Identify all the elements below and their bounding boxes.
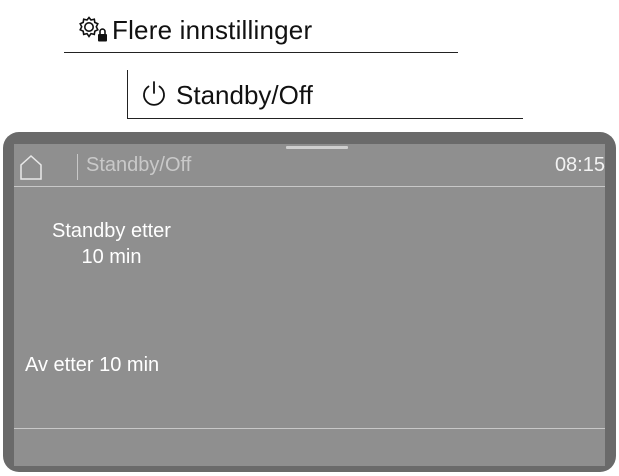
option-standby-after[interactable]: Standby etter 10 min xyxy=(52,218,171,270)
option-standby-line1: Standby etter xyxy=(52,220,171,242)
breadcrumb-standby-off[interactable]: Standby/Off xyxy=(127,70,523,119)
screen-title: Standby/Off xyxy=(86,154,192,176)
footer-divider xyxy=(14,428,605,429)
clock-time: 08:15 xyxy=(554,154,605,176)
device-screen: Standby/Off 08:15 Standby etter 10 min A… xyxy=(14,144,605,466)
breadcrumb-standby-off-label: Standby/Off xyxy=(176,80,313,110)
option-off-after[interactable]: Av etter 10 min xyxy=(25,352,159,378)
screen-header: Standby/Off 08:15 xyxy=(14,144,605,187)
gear-lock-icon xyxy=(76,14,110,49)
power-icon xyxy=(140,78,168,113)
header-divider xyxy=(77,154,78,180)
device-display-frame: Standby/Off 08:15 Standby etter 10 min A… xyxy=(3,132,616,472)
breadcrumb-more-settings-label: Flere innstillinger xyxy=(112,15,313,45)
home-icon[interactable] xyxy=(19,153,43,186)
option-standby-line2: 10 min xyxy=(81,246,142,268)
breadcrumb-more-settings[interactable]: Flere innstillinger xyxy=(64,8,458,53)
